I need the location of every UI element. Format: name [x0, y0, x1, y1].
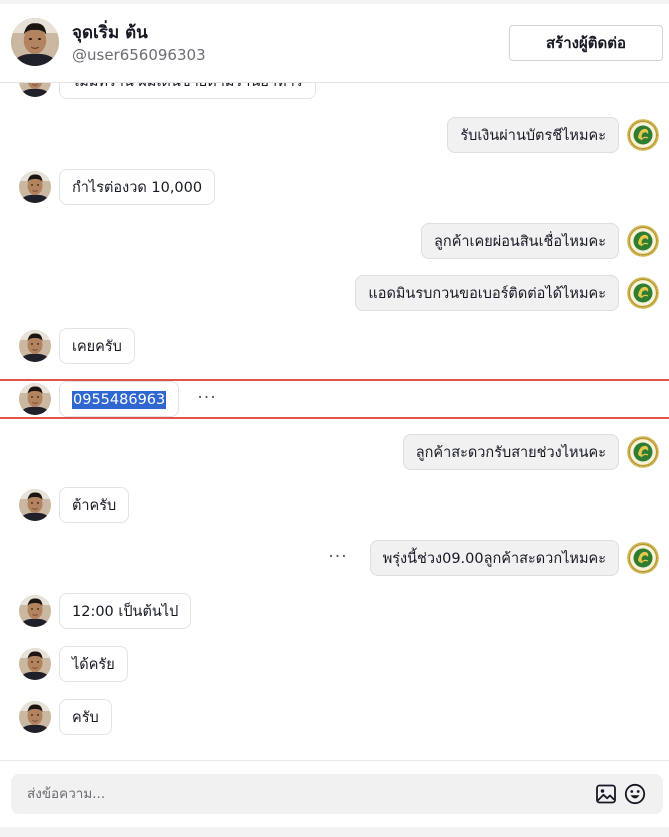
- sender-avatar[interactable]: [19, 648, 51, 680]
- message-row: 12:00 เป็นต้นไป: [0, 591, 669, 631]
- sender-avatar[interactable]: [19, 489, 51, 521]
- outgoing-message[interactable]: แอดมินรบกวนขอเบอร์ติดต่อได้ไหมคะ: [355, 275, 619, 311]
- message-composer: [11, 774, 663, 814]
- incoming-message[interactable]: 12:00 เป็นต้นไป: [59, 593, 192, 629]
- sender-avatar[interactable]: [19, 330, 51, 362]
- business-logo-avatar: [627, 119, 659, 151]
- incoming-message[interactable]: ต้าครับ: [59, 487, 130, 523]
- selected-phone-number[interactable]: 0955486963: [72, 391, 167, 409]
- outgoing-message[interactable]: ลูกค้าเคยผ่อนสินเชื่อไหมคะ: [421, 223, 619, 259]
- image-icon[interactable]: [594, 782, 618, 806]
- message-row: ลูกค้าสะดวกรับสายช่วงไหนคะ: [0, 432, 669, 472]
- create-contact-button[interactable]: สร้างผู้ติดต่อ: [509, 25, 663, 61]
- composer-area: [0, 760, 669, 837]
- message-row: ไม่มีที่ร้าน ผมเดินขายตามร้านอาหาร: [0, 83, 669, 101]
- message-row: รับเงินผ่านบัตรชีไหมคะ: [0, 115, 669, 155]
- message-row: กำไรต่องวด 10,000: [0, 167, 669, 207]
- bottom-strip: [0, 827, 669, 837]
- message-input[interactable]: [27, 774, 567, 814]
- message-row: ได้ครัย: [0, 644, 669, 684]
- emoji-icon[interactable]: [623, 782, 647, 806]
- contact-name[interactable]: จุดเริ่ม ต้น: [72, 19, 148, 46]
- chat-header: จุดเริ่ม ต้น @user656096303 สร้างผู้ติดต…: [0, 4, 669, 83]
- contact-handle: @user656096303: [72, 46, 206, 64]
- sender-avatar[interactable]: [19, 383, 51, 415]
- sender-avatar[interactable]: [19, 83, 51, 97]
- business-logo-avatar: [627, 542, 659, 574]
- more-options-icon[interactable]: ···: [195, 387, 219, 411]
- message-row: ครับ: [0, 697, 669, 737]
- chat-window: จุดเริ่ม ต้น @user656096303 สร้างผู้ติดต…: [0, 0, 669, 837]
- sender-avatar[interactable]: [19, 595, 51, 627]
- message-row: 0955486963 ···: [0, 379, 669, 419]
- outgoing-message[interactable]: รับเงินผ่านบัตรชีไหมคะ: [447, 117, 619, 153]
- message-row: เคยครับ: [0, 326, 669, 366]
- sender-avatar[interactable]: [19, 701, 51, 733]
- sender-avatar[interactable]: [19, 171, 51, 203]
- message-list[interactable]: ไม่มีที่ร้าน ผมเดินขายตามร้านอาหาร รับเง…: [0, 83, 669, 760]
- outgoing-message[interactable]: พรุ่งนี้ช่วง09.00ลูกค้าสะดวกไหมคะ: [369, 540, 619, 576]
- incoming-message-phone[interactable]: 0955486963: [59, 381, 180, 417]
- business-logo-avatar: [627, 225, 659, 257]
- incoming-message[interactable]: ได้ครัย: [59, 646, 128, 682]
- incoming-message[interactable]: เคยครับ: [59, 328, 135, 364]
- message-row: ··· พรุ่งนี้ช่วง09.00ลูกค้าสะดวกไหมคะ: [0, 538, 669, 578]
- incoming-message[interactable]: ครับ: [59, 699, 112, 735]
- business-logo-avatar: [627, 277, 659, 309]
- message-row: ลูกค้าเคยผ่อนสินเชื่อไหมคะ: [0, 221, 669, 261]
- outgoing-message[interactable]: ลูกค้าสะดวกรับสายช่วงไหนคะ: [402, 434, 619, 470]
- message-row: แอดมินรบกวนขอเบอร์ติดต่อได้ไหมคะ: [0, 273, 669, 313]
- contact-avatar[interactable]: [11, 18, 59, 66]
- incoming-message[interactable]: กำไรต่องวด 10,000: [59, 169, 216, 205]
- incoming-message[interactable]: ไม่มีที่ร้าน ผมเดินขายตามร้านอาหาร: [59, 83, 316, 99]
- business-logo-avatar: [627, 436, 659, 468]
- message-row: ต้าครับ: [0, 485, 669, 525]
- more-options-icon[interactable]: ···: [326, 546, 350, 570]
